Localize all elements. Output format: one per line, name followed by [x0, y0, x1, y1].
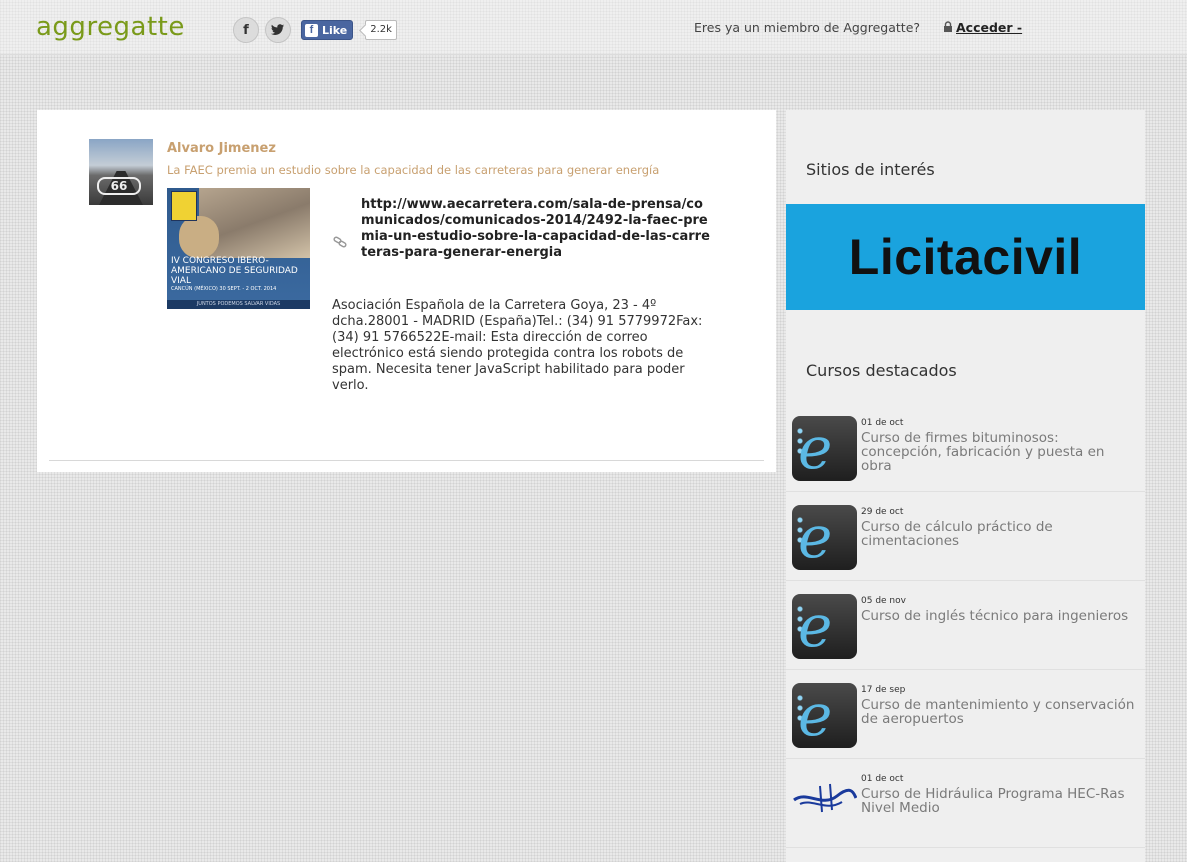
facebook-small-icon: f — [305, 23, 318, 37]
social-buttons: f f Like 2.2k — [233, 17, 397, 43]
link-url[interactable]: http://www.aecarretera.com/sala-de-prens… — [361, 197, 716, 261]
course-item[interactable]: e 29 de oct Curso de cálculo práctico de… — [786, 492, 1145, 581]
course-title[interactable]: Curso de cálculo práctico de cimentacion… — [861, 520, 1136, 548]
twitter-icon[interactable] — [265, 17, 291, 43]
member-question: Eres ya un miembro de Aggregatte? — [694, 20, 921, 35]
like-count: 2.2k — [365, 20, 397, 40]
course-date: 01 de oct — [861, 418, 904, 428]
course-title[interactable]: Curso de firmes bituminosos: concepción,… — [861, 431, 1136, 473]
link-description: Asociación Española de la Carretera Goya… — [332, 298, 703, 393]
wave-logo-icon — [793, 783, 857, 813]
author-name[interactable]: Alvaro Jimenez — [167, 141, 276, 156]
thumbnail-footer: JUNTOS PODEMOS SALVAR VIDAS — [167, 300, 310, 309]
login-link[interactable]: Acceder - — [956, 20, 1022, 35]
link-icon — [333, 236, 347, 248]
banner-text: Licitacivil — [848, 229, 1083, 285]
facebook-icon[interactable]: f — [233, 17, 259, 43]
course-title[interactable]: Curso de inglés técnico para ingenieros — [861, 609, 1136, 623]
author-avatar[interactable]: 66 — [89, 139, 153, 205]
teddy-bear-image — [179, 216, 219, 258]
course-date: 05 de nov — [861, 596, 906, 606]
course-item[interactable]: e 17 de sep Curso de mantenimiento y con… — [786, 670, 1145, 759]
course-date: 17 de sep — [861, 685, 906, 695]
course-item[interactable]: e 05 de nov Curso de inglés técnico para… — [786, 581, 1145, 670]
course-logo-icon: e — [792, 683, 857, 748]
featured-courses-title: Cursos destacados — [806, 361, 957, 380]
course-logo-icon: e — [792, 416, 857, 481]
thumbnail-title: IV CONGRESO IBERO-AMERICANO DE SEGURIDAD… — [171, 256, 298, 286]
thumbnail-subtitle: CANCÚN (MÉXICO) 30 SEPT. - 2 OCT. 2014 — [171, 286, 277, 292]
course-logo-icon: e — [792, 594, 857, 659]
course-title[interactable]: Curso de mantenimiento y conservación de… — [861, 698, 1136, 726]
licitacivil-banner[interactable]: Licitacivil — [786, 204, 1145, 310]
congress-badge — [171, 191, 197, 221]
top-bar: aggregatte f f Like 2.2k Eres ya un miem… — [0, 0, 1187, 55]
like-label: Like — [322, 23, 348, 37]
site-logo[interactable]: aggregatte — [36, 12, 185, 42]
course-title[interactable]: Curso de Hidráulica Programa HEC-Ras Niv… — [861, 787, 1136, 815]
avatar-route-sign: 66 — [97, 177, 141, 195]
sites-of-interest-title: Sitios de interés — [806, 160, 935, 179]
course-item[interactable]: 01 de oct Curso de Hidráulica Programa H… — [786, 759, 1145, 848]
sidebar: Sitios de interés Licitacivil Cursos des… — [786, 110, 1145, 862]
post-headline[interactable]: La FAEC premia un estudio sobre la capac… — [167, 163, 659, 177]
course-item[interactable]: e 01 de oct Curso de firmes bituminosos:… — [786, 403, 1145, 492]
post-card: 66 Alvaro Jimenez La FAEC premia un estu… — [37, 110, 776, 472]
like-button[interactable]: f Like — [301, 20, 354, 40]
course-date: 01 de oct — [861, 774, 904, 784]
divider — [49, 460, 764, 461]
course-logo-icon: e — [792, 505, 857, 570]
link-thumbnail[interactable]: IV CONGRESO IBERO-AMERICANO DE SEGURIDAD… — [167, 188, 310, 309]
lock-icon — [944, 21, 952, 32]
course-date: 29 de oct — [861, 507, 904, 517]
